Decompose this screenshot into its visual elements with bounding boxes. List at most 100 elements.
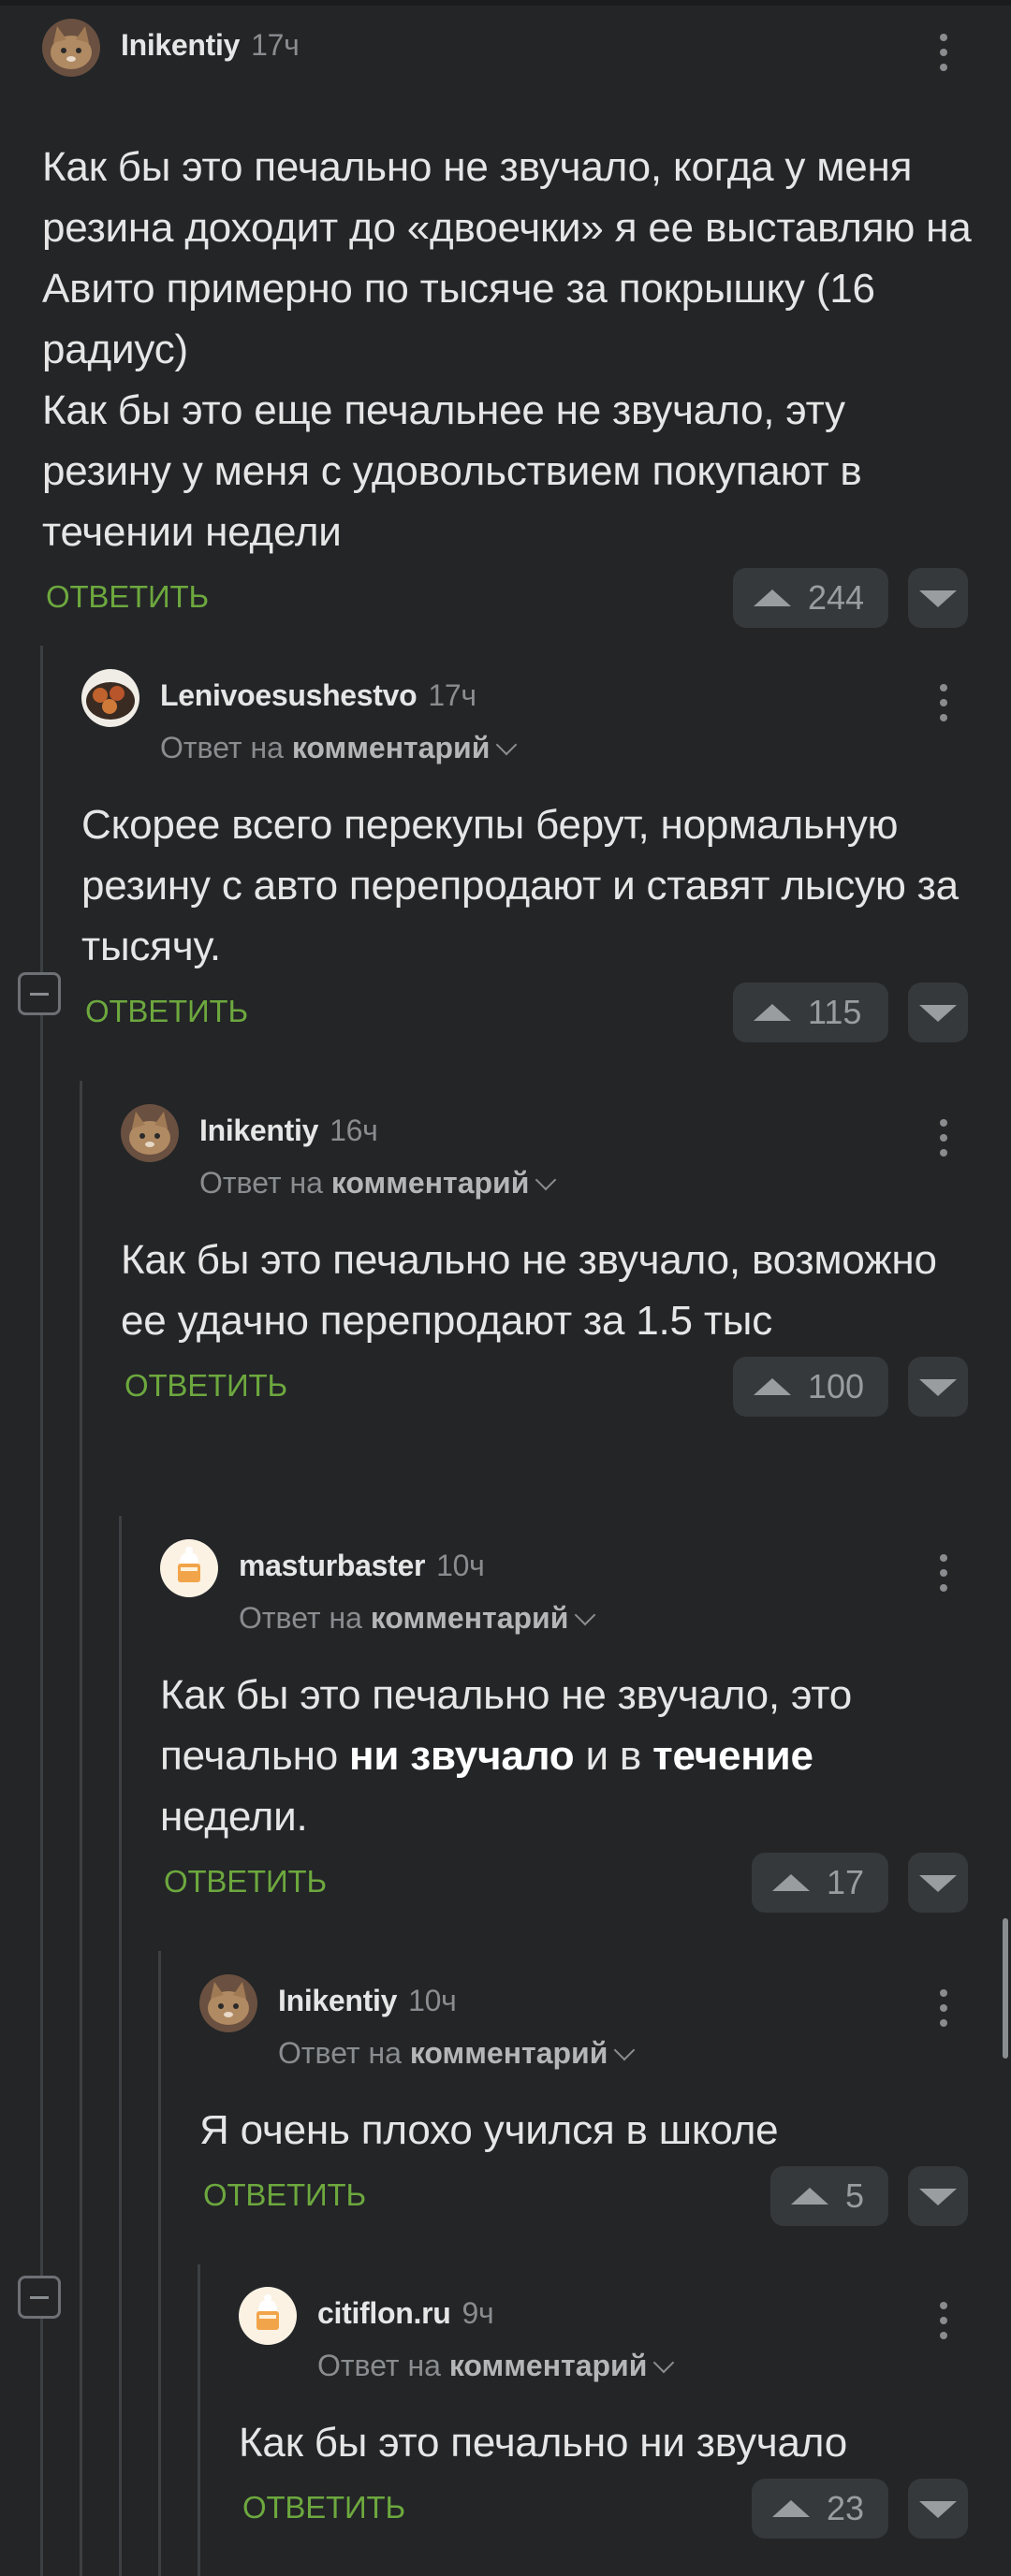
upvote-icon [791, 2188, 828, 2205]
reply-to: Ответ на комментарий [278, 2036, 636, 2071]
comment-time: 16ч [330, 1113, 378, 1147]
comment-time: 10ч [436, 1549, 485, 1582]
more-options-icon[interactable] [930, 682, 958, 727]
downvote-icon [919, 2189, 957, 2205]
reply-to: Ответ на комментарий [317, 2349, 675, 2383]
reply-to-link[interactable]: комментарий [449, 2349, 648, 2382]
downvote-button[interactable] [908, 2479, 968, 2539]
reply-button[interactable]: ОТВЕТИТЬ [203, 2177, 366, 2213]
downvote-button[interactable] [908, 982, 968, 1042]
bold-text: течение [652, 1733, 813, 1779]
upvote-icon [754, 1004, 791, 1021]
user-avatar[interactable] [121, 1104, 179, 1162]
reply-to: Ответ на комментарий [199, 1166, 557, 1201]
cat-avatar-icon [199, 1974, 257, 2032]
comment-text: Я очень плохо учился в школе [199, 2107, 779, 2153]
comment-time: 10ч [408, 1984, 457, 2017]
downvote-icon [919, 1005, 957, 1022]
downvote-icon [919, 1379, 957, 1396]
rating-count: 115 [808, 993, 862, 1031]
user-avatar[interactable] [160, 1539, 218, 1597]
rating-count: 23 [827, 2489, 865, 2527]
upvote-icon [772, 1874, 810, 1891]
author-name[interactable]: Inikentiy 17ч [121, 28, 300, 63]
more-options-icon[interactable] [930, 2300, 958, 2345]
rating-count: 5 [845, 2176, 865, 2215]
comment-time: 17ч [251, 28, 300, 62]
collapse-thread-button[interactable] [18, 972, 61, 1015]
author-name[interactable]: Inikentiy 10ч [278, 1984, 457, 2018]
downvote-button[interactable] [908, 1853, 968, 1913]
more-options-icon[interactable] [930, 1552, 958, 1597]
author-name[interactable]: citiflon.ru 9ч [317, 2296, 494, 2331]
comment: Inikentiy 17ч Как бы это печально не звуч… [42, 19, 1011, 633]
chevron-down-icon[interactable] [575, 1604, 596, 1626]
upvote-button[interactable]: 244 [733, 568, 888, 628]
user-avatar[interactable] [199, 1974, 257, 2032]
default-avatar-icon [160, 1539, 218, 1597]
user-avatar[interactable] [239, 2287, 297, 2345]
upvote-icon [754, 589, 791, 606]
thread-line [198, 2264, 200, 2576]
chevron-down-icon[interactable] [614, 2039, 636, 2061]
comment: Inikentiy 10ч Ответ на комментарий Я очен… [199, 1974, 1011, 2232]
more-options-icon[interactable] [930, 1987, 958, 2032]
more-options-icon[interactable] [930, 32, 958, 77]
reply-to-link[interactable]: комментарий [410, 2036, 608, 2070]
upvote-button[interactable]: 17 [752, 1853, 888, 1913]
reply-button[interactable]: ОТВЕТИТЬ [125, 1368, 287, 1404]
reply-to: Ответ на комментарий [160, 731, 518, 765]
comment: Lenivoesushestvo 17ч Ответ на комментарий… [81, 669, 1011, 1048]
downvote-button[interactable] [908, 1357, 968, 1417]
top-edge [0, 0, 1011, 6]
downvote-icon [919, 2501, 957, 2518]
comment-text: Как бы это печально не звучало, это печа… [160, 1672, 852, 1840]
author-name[interactable]: Inikentiy 16ч [199, 1113, 378, 1148]
upvote-button[interactable]: 100 [733, 1357, 888, 1417]
downvote-button[interactable] [908, 2166, 968, 2226]
minus-icon [30, 2296, 49, 2299]
comment-text: Как бы это печально не звучало, когда у … [42, 144, 972, 555]
collapse-thread-button[interactable] [18, 2276, 61, 2319]
minus-icon [30, 993, 49, 996]
upvote-button[interactable]: 5 [770, 2166, 888, 2226]
chevron-down-icon[interactable] [535, 1169, 557, 1191]
downvote-icon [919, 1875, 957, 1892]
cat-avatar-icon [121, 1104, 179, 1162]
upvote-button[interactable]: 23 [752, 2479, 888, 2539]
food-avatar-icon [81, 669, 139, 727]
user-avatar[interactable] [81, 669, 139, 727]
author-name[interactable]: Lenivoesushestvo 17ч [160, 678, 476, 713]
chevron-down-icon[interactable] [653, 2351, 675, 2374]
rating-count: 17 [827, 1863, 865, 1901]
comment-text: Как бы это печально ни звучало [239, 2420, 848, 2466]
comment: citiflon.ru 9ч Ответ на комментарий Как б… [239, 2287, 1011, 2544]
reply-button[interactable]: ОТВЕТИТЬ [46, 579, 209, 615]
downvote-button[interactable] [908, 568, 968, 628]
comment-text: Как бы это печально не звучало, возможно… [121, 1237, 937, 1344]
reply-button[interactable]: ОТВЕТИТЬ [242, 2490, 405, 2525]
rating-count: 100 [808, 1367, 865, 1405]
comment-text: Скорее всего перекупы берут, нормальную … [81, 802, 959, 969]
comment: masturbaster 10ч Ответ на комментарий Как… [160, 1539, 1011, 1918]
cat-avatar-icon [42, 19, 100, 77]
rating-count: 244 [808, 578, 865, 617]
reply-to-link[interactable]: комментарий [331, 1166, 530, 1200]
reply-to-link[interactable]: комментарий [371, 1601, 569, 1635]
comment-time: 9ч [462, 2296, 494, 2330]
reply-button[interactable]: ОТВЕТИТЬ [85, 994, 248, 1029]
user-avatar[interactable] [42, 19, 100, 77]
reply-to-link[interactable]: комментарий [292, 731, 491, 764]
chevron-down-icon[interactable] [496, 734, 518, 756]
default-avatar-icon [239, 2287, 297, 2345]
upvote-icon [772, 2500, 810, 2517]
thread-line [158, 1951, 161, 2576]
scrollbar-thumb[interactable] [1003, 1918, 1008, 2059]
thread-line [119, 1516, 122, 2576]
author-name[interactable]: masturbaster 10ч [239, 1549, 485, 1583]
upvote-button[interactable]: 115 [733, 982, 888, 1042]
bold-text: ни звучало [349, 1733, 575, 1779]
more-options-icon[interactable] [930, 1117, 958, 1162]
upvote-icon [754, 1378, 791, 1395]
reply-button[interactable]: ОТВЕТИТЬ [164, 1864, 327, 1899]
